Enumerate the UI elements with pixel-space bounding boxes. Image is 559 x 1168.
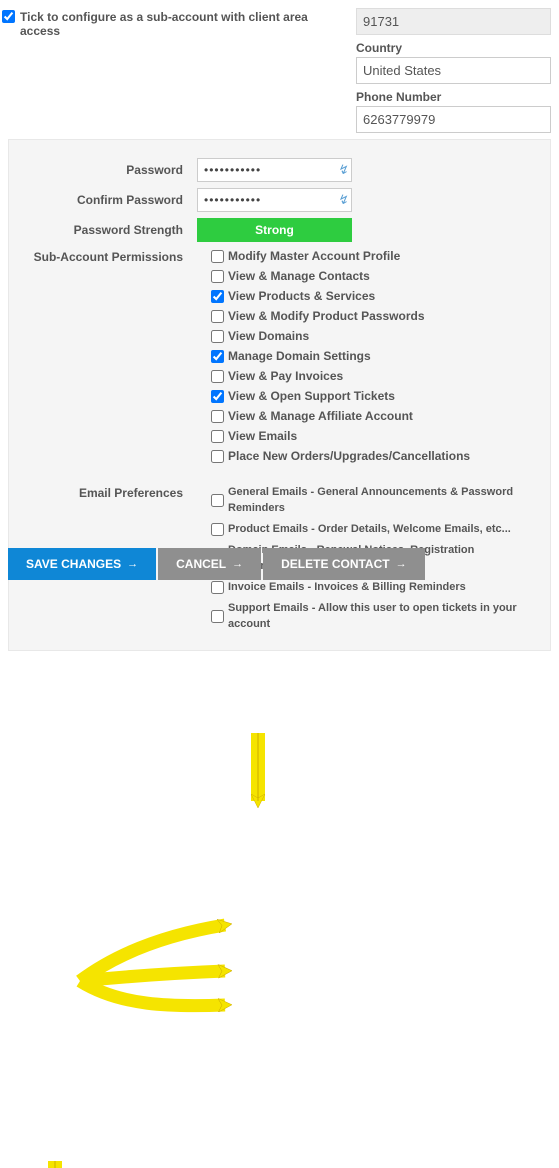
password-label: Password	[27, 163, 197, 177]
arrow-right-icon: →	[232, 558, 243, 570]
email-pref-checkbox[interactable]	[211, 610, 224, 623]
cancel-button[interactable]: CANCEL →	[158, 548, 261, 580]
email-pref-label: Email Preferences	[27, 484, 197, 500]
permission-item[interactable]: View & Open Support Tickets	[211, 388, 532, 404]
permission-checkbox[interactable]	[211, 350, 224, 363]
country-label: Country	[356, 41, 551, 55]
permission-item[interactable]: Manage Domain Settings	[211, 348, 532, 364]
permission-checkbox[interactable]	[211, 450, 224, 463]
permission-label: View & Manage Contacts	[228, 268, 370, 284]
permission-checkbox[interactable]	[211, 290, 224, 303]
password-strength-label: Password Strength	[27, 223, 197, 237]
confirm-password-label: Confirm Password	[27, 193, 197, 207]
email-pref-label: Invoice Emails - Invoices & Billing Remi…	[228, 579, 466, 595]
permission-label: Place New Orders/Upgrades/Cancellations	[228, 448, 470, 464]
arrow-right-icon: →	[396, 558, 407, 570]
annotation-overlay	[0, 651, 559, 1168]
permission-checkbox[interactable]	[211, 250, 224, 263]
permission-checkbox[interactable]	[211, 390, 224, 403]
permission-label: View & Manage Affiliate Account	[228, 408, 413, 424]
password-input[interactable]	[197, 158, 352, 182]
permission-label: View Products & Services	[228, 288, 375, 304]
permission-label: Modify Master Account Profile	[228, 248, 400, 264]
phone-label: Phone Number	[356, 90, 551, 104]
permission-item[interactable]: Modify Master Account Profile	[211, 248, 532, 264]
save-label: SAVE CHANGES	[26, 557, 121, 571]
email-pref-item[interactable]: Product Emails - Order Details, Welcome …	[211, 521, 532, 537]
permission-label: View & Pay Invoices	[228, 368, 343, 384]
permission-checkbox[interactable]	[211, 310, 224, 323]
cancel-label: CANCEL	[176, 557, 226, 571]
permission-item[interactable]: View & Manage Contacts	[211, 268, 532, 284]
permission-label: View & Open Support Tickets	[228, 388, 395, 404]
permission-item[interactable]: Place New Orders/Upgrades/Cancellations	[211, 448, 532, 464]
permission-item[interactable]: View Emails	[211, 428, 532, 444]
email-pref-item[interactable]: Invoice Emails - Invoices & Billing Remi…	[211, 579, 532, 595]
permission-label: Manage Domain Settings	[228, 348, 371, 364]
phone-field[interactable]	[356, 106, 551, 133]
email-pref-label: Support Emails - Allow this user to open…	[228, 600, 532, 632]
permission-checkbox[interactable]	[211, 370, 224, 383]
permission-label: View Emails	[228, 428, 297, 444]
permission-item[interactable]: View & Pay Invoices	[211, 368, 532, 384]
sub-account-checkbox[interactable]	[2, 10, 15, 23]
permission-checkbox[interactable]	[211, 330, 224, 343]
permission-checkbox[interactable]	[211, 410, 224, 423]
permission-label: View Domains	[228, 328, 309, 344]
permission-item[interactable]: View & Manage Affiliate Account	[211, 408, 532, 424]
delete-contact-button[interactable]: DELETE CONTACT →	[263, 548, 424, 580]
permissions-label: Sub-Account Permissions	[27, 248, 197, 264]
permission-item[interactable]: View Products & Services	[211, 288, 532, 304]
permission-label: View & Modify Product Passwords	[228, 308, 425, 324]
email-pref-checkbox[interactable]	[211, 523, 224, 536]
confirm-password-input[interactable]	[197, 188, 352, 212]
password-strength-meter: Strong	[197, 218, 352, 242]
save-button[interactable]: SAVE CHANGES →	[8, 548, 156, 580]
permission-item[interactable]: View & Modify Product Passwords	[211, 308, 532, 324]
country-field[interactable]	[356, 57, 551, 84]
email-pref-label: Product Emails - Order Details, Welcome …	[228, 521, 511, 537]
permission-checkbox[interactable]	[211, 430, 224, 443]
email-pref-item[interactable]: Support Emails - Allow this user to open…	[211, 600, 532, 632]
permission-checkbox[interactable]	[211, 270, 224, 283]
email-pref-checkbox[interactable]	[211, 494, 224, 507]
permission-item[interactable]: View Domains	[211, 328, 532, 344]
sub-account-label: Tick to configure as a sub-account with …	[20, 10, 346, 38]
postal-field[interactable]	[356, 8, 551, 35]
email-pref-label: General Emails - General Announcements &…	[228, 484, 532, 516]
email-pref-item[interactable]: General Emails - General Announcements &…	[211, 484, 532, 516]
arrow-right-icon: →	[127, 558, 138, 570]
delete-label: DELETE CONTACT	[281, 557, 389, 571]
email-pref-checkbox[interactable]	[211, 581, 224, 594]
